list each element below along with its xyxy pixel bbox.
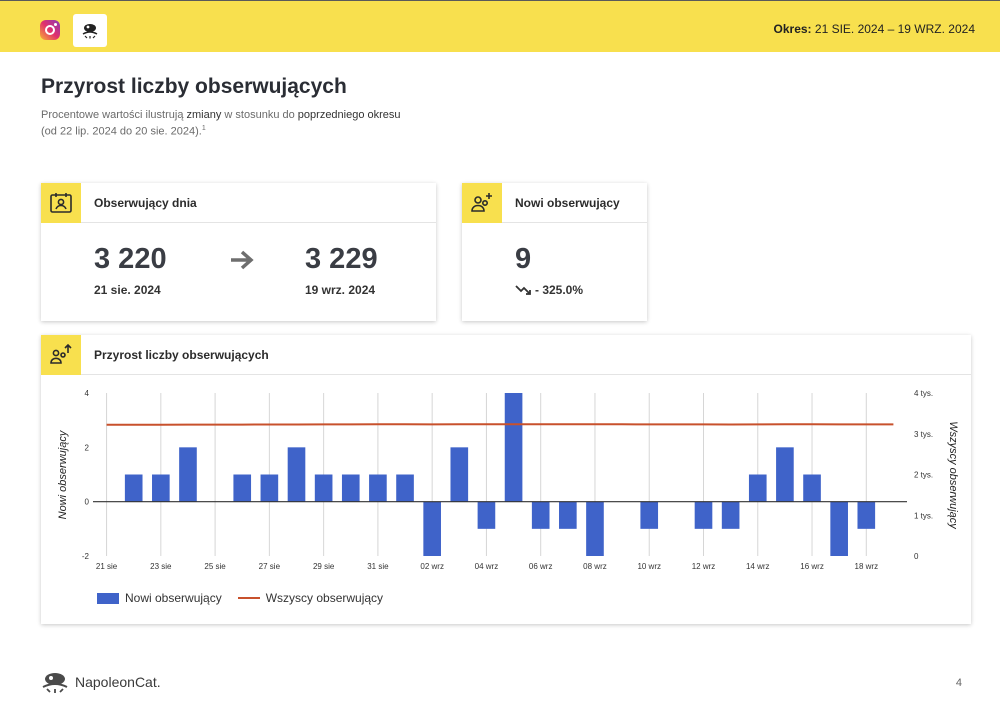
subtitle-text: w stosunku do xyxy=(221,109,298,121)
x-tick-label: 12 wrz xyxy=(692,562,716,571)
bar xyxy=(179,447,197,502)
daily-followers-card: Obserwujący dnia 3 220 21 sie. 2024 3 22… xyxy=(41,183,436,321)
y-tick-label: 2 xyxy=(85,443,90,452)
legend-bar-swatch xyxy=(97,592,119,604)
bar xyxy=(504,393,523,502)
footnote-marker: 1 xyxy=(201,125,206,132)
x-tick-label: 23 sie xyxy=(150,562,172,571)
y-tick-label: -2 xyxy=(82,552,90,561)
bar xyxy=(748,474,767,502)
y-axis-title: Nowi obserwujący xyxy=(57,429,69,519)
card-header: Nowi obserwujący xyxy=(462,183,647,223)
napoleoncat-logo: NapoleonCat. xyxy=(40,670,161,694)
legend-new-followers: Nowi obserwujący xyxy=(125,591,222,605)
napoleoncat-logo-icon xyxy=(42,673,68,693)
bar xyxy=(531,501,550,529)
x-tick-label: 04 wrz xyxy=(475,562,499,571)
bar xyxy=(396,474,414,502)
chart-legend: Nowi obserwujący Wszyscy obserwujący xyxy=(97,591,383,605)
brand-name: NapoleonCat. xyxy=(75,674,161,690)
y2-tick-label: 4 tys. xyxy=(914,389,933,398)
report-period: Okres: 21 SIE. 2024 – 19 WRZ. 2024 xyxy=(774,22,975,36)
change-indicator: - 325.0% xyxy=(515,283,583,297)
subtitle-emphasis: poprzedniego okresu xyxy=(297,109,401,121)
growth-chart-card: Przyrost liczby obserwujących 4 2 0 -2 4 tys… xyxy=(41,335,971,624)
bar xyxy=(233,474,252,502)
x-tick-label: 18 wrz xyxy=(855,562,879,571)
new-followers-value: 9 xyxy=(515,243,532,275)
bar xyxy=(260,474,279,502)
legend-line-swatch xyxy=(237,597,260,599)
card-title: Obserwujący dnia xyxy=(94,196,197,210)
end-followers-value: 3 229 xyxy=(305,243,378,275)
new-followers-card: Nowi obserwujący 9 - 325.0% xyxy=(462,183,647,321)
y2-tick-label: 1 tys. xyxy=(914,511,933,520)
subtitle-emphasis: zmiany xyxy=(186,109,222,121)
card-title: Nowi obserwujący xyxy=(515,196,620,210)
bar xyxy=(803,474,821,502)
profile-avatar xyxy=(73,14,107,47)
page-number: 4 xyxy=(955,677,962,689)
bar xyxy=(314,474,333,502)
x-tick-label: 08 wrz xyxy=(583,562,607,571)
instagram-icon xyxy=(40,20,60,40)
bar xyxy=(152,474,170,502)
bar xyxy=(559,501,577,529)
y2-tick-label: 2 tys. xyxy=(914,471,933,480)
subtitle-text: (od 22 lip. 2024 do 20 sie. 2024). xyxy=(41,125,202,138)
bar xyxy=(721,501,740,529)
card-title: Przyrost liczby obserwujących xyxy=(94,348,269,362)
add-user-icon xyxy=(462,183,502,223)
end-date: 19 wrz. 2024 xyxy=(305,283,376,297)
bar xyxy=(694,501,713,529)
top-bar: Okres: 21 SIE. 2024 – 19 WRZ. 2024 xyxy=(0,0,1000,52)
subtitle-text: Procentowe wartości ilustrują xyxy=(41,109,187,121)
x-tick-label: 02 wrz xyxy=(420,562,444,571)
x-tick-label: 29 sie xyxy=(313,562,335,571)
y2-tick-label: 3 tys. xyxy=(914,430,933,439)
x-tick-label: 16 wrz xyxy=(800,562,824,571)
bar xyxy=(640,501,659,529)
bar xyxy=(124,474,143,502)
bar xyxy=(477,501,496,529)
x-tick-label: 14 wrz xyxy=(746,562,770,571)
bar xyxy=(287,447,306,502)
bar xyxy=(857,501,876,529)
card-header: Obserwujący dnia xyxy=(41,183,436,223)
y2-tick-label: 0 xyxy=(914,552,919,561)
page-title: Przyrost liczby obserwujących xyxy=(41,75,347,98)
bar xyxy=(369,474,387,502)
change-value: - 325.0% xyxy=(535,283,584,297)
x-tick-label: 06 wrz xyxy=(529,562,553,571)
page-subtitle: Procentowe wartości ilustrują zmiany w s… xyxy=(41,109,461,139)
y-tick-label: 4 xyxy=(85,389,90,398)
x-tick-label: 10 wrz xyxy=(637,562,661,571)
card-header: Przyrost liczby obserwujących xyxy=(41,335,971,375)
start-date: 21 sie. 2024 xyxy=(94,283,161,297)
y-tick-label: 0 xyxy=(85,498,90,507)
users-growth-icon xyxy=(41,335,81,375)
period-value: 21 SIE. 2024 – 19 WRZ. 2024 xyxy=(814,22,975,36)
bar xyxy=(423,501,441,556)
x-tick-label: 31 sie xyxy=(367,562,389,571)
bar xyxy=(586,501,604,556)
x-tick-label: 21 sie xyxy=(96,562,118,571)
arrow-right-icon xyxy=(230,249,254,276)
followers-total-line xyxy=(106,423,894,426)
x-tick-label: 27 sie xyxy=(259,562,281,571)
bar xyxy=(830,501,848,556)
followers-growth-chart: 4 2 0 -2 4 tys. 3 tys. 2 tys. 1 tys. 0 21 sie 23 s… xyxy=(57,389,959,571)
start-followers-value: 3 220 xyxy=(94,243,167,275)
trend-down-icon xyxy=(515,285,531,295)
period-label: Okres: xyxy=(773,22,812,36)
x-tick-label: 25 sie xyxy=(204,562,226,571)
legend-all-followers: Wszyscy obserwujący xyxy=(265,591,384,605)
y2-axis-title: Wszyscy obserwujący xyxy=(947,421,959,530)
calendar-user-icon xyxy=(41,183,81,223)
bar xyxy=(776,447,794,502)
bar xyxy=(450,447,469,502)
bar xyxy=(341,474,360,502)
